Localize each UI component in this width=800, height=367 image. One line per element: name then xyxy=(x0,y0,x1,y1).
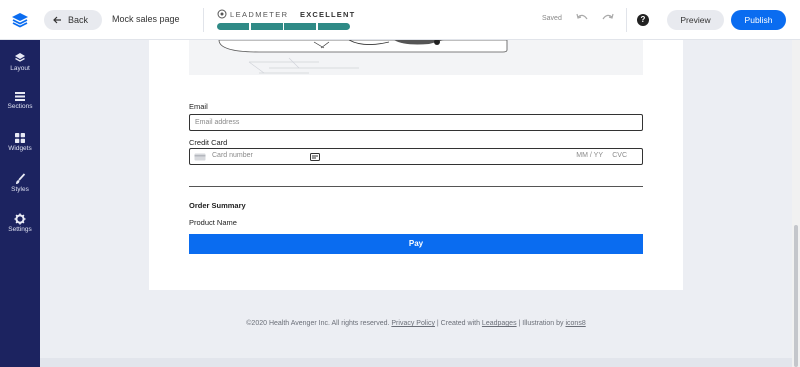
undo-icon[interactable] xyxy=(576,13,588,23)
leadmeter-bar xyxy=(217,23,350,30)
sidebar-item-label: Settings xyxy=(8,226,32,233)
footer-separator: | Illustration by xyxy=(516,320,566,327)
sidebar-item-settings[interactable]: Settings xyxy=(0,213,40,249)
card-number-placeholder: Card number xyxy=(212,152,253,159)
email-label: Email xyxy=(189,102,208,111)
leadpages-link[interactable]: Leadpages xyxy=(482,320,517,327)
arrow-left-icon xyxy=(53,16,61,24)
scrollbar-thumb[interactable] xyxy=(794,225,798,367)
card-cvc-placeholder[interactable]: CVC xyxy=(612,152,627,159)
page-content-card[interactable]: Email Email address Credit Card Card num… xyxy=(149,40,683,290)
sidebar-item-label: Layout xyxy=(10,65,30,72)
illustration-image[interactable] xyxy=(189,40,643,75)
divider xyxy=(626,8,627,32)
leadmeter-label: LEADMETER xyxy=(230,9,289,19)
leadpages-logo-icon[interactable] xyxy=(0,0,40,40)
divider xyxy=(189,186,643,187)
top-toolbar: Back Mock sales page LEADMETER EXCELLENT… xyxy=(0,0,800,40)
sidebar-item-label: Widgets xyxy=(8,145,32,152)
copyright-text: ©2020 Health Avenger Inc. All rights res… xyxy=(246,320,390,327)
divider xyxy=(203,8,204,32)
sidebar: Layout Sections Widgets Styles Settings xyxy=(0,40,40,367)
leadmeter-segment xyxy=(317,23,350,30)
email-field[interactable]: Email address xyxy=(189,114,643,131)
credit-card-label: Credit Card xyxy=(189,138,228,147)
hero-illustration xyxy=(218,40,508,74)
target-icon xyxy=(217,9,227,19)
publish-button[interactable]: Publish xyxy=(731,10,786,30)
brush-icon xyxy=(16,173,26,184)
preview-button[interactable]: Preview xyxy=(667,10,724,30)
editor-canvas[interactable]: Email Email address Credit Card Card num… xyxy=(40,40,792,367)
product-name: Product Name xyxy=(189,218,237,227)
page-name[interactable]: Mock sales page xyxy=(112,14,180,24)
leadmeter-score: EXCELLENT xyxy=(300,10,356,19)
leadmeter-segment xyxy=(284,23,316,30)
card-icon xyxy=(194,153,206,161)
help-icon[interactable]: ? xyxy=(637,14,649,26)
gear-icon xyxy=(14,213,26,225)
card-autofill-icon[interactable] xyxy=(310,153,320,161)
canvas-bottom-band xyxy=(40,358,792,367)
privacy-policy-link[interactable]: Privacy Policy xyxy=(391,320,435,327)
card-expiry-placeholder[interactable]: MM / YY xyxy=(576,152,603,159)
sidebar-item-styles[interactable]: Styles xyxy=(0,173,40,209)
sidebar-item-label: Styles xyxy=(11,186,29,193)
redo-icon[interactable] xyxy=(602,13,614,23)
order-summary-title: Order Summary xyxy=(189,201,246,210)
back-button[interactable]: Back xyxy=(44,10,102,30)
sidebar-item-widgets[interactable]: Widgets xyxy=(0,132,40,168)
footer: ©2020 Health Avenger Inc. All rights res… xyxy=(40,320,792,327)
sidebar-item-label: Sections xyxy=(7,103,33,110)
back-button-label: Back xyxy=(68,15,89,25)
scrollbar[interactable] xyxy=(792,40,800,367)
credit-card-field[interactable]: Card number MM / YY CVC xyxy=(189,148,643,165)
sidebar-item-sections[interactable]: Sections xyxy=(0,90,40,126)
footer-separator: | Created with xyxy=(434,320,482,327)
leadmeter[interactable]: LEADMETER EXCELLENT xyxy=(217,8,354,32)
sidebar-item-layout[interactable]: Layout xyxy=(0,52,40,88)
layers-icon xyxy=(15,53,25,62)
save-status: Saved xyxy=(542,15,562,22)
leadmeter-segment xyxy=(250,23,283,30)
leadmeter-segment xyxy=(217,23,249,30)
widgets-icon xyxy=(15,133,25,143)
sections-icon xyxy=(15,92,25,101)
pay-button[interactable]: Pay xyxy=(189,234,643,254)
icons8-link[interactable]: icons8 xyxy=(565,320,585,327)
